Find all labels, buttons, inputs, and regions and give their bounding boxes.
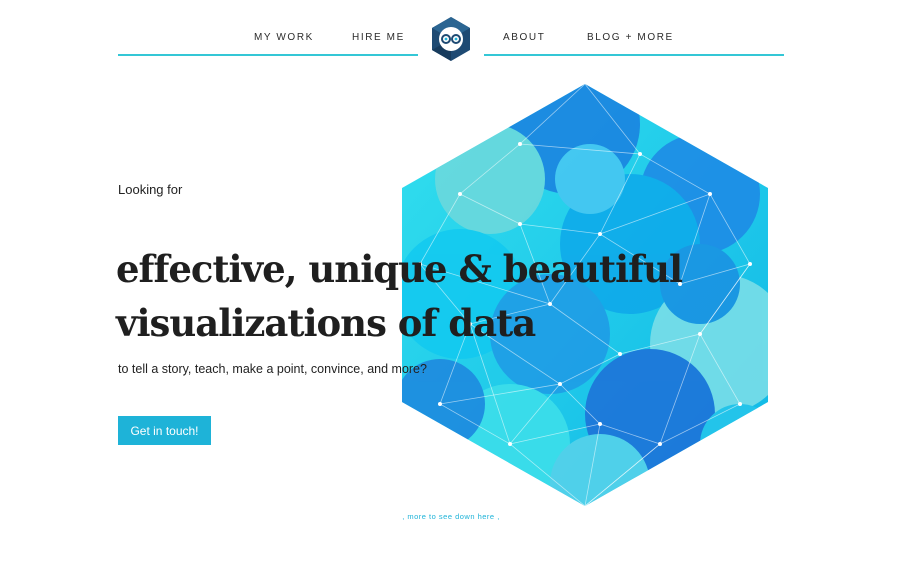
- scroll-hint-dot-right: ,: [494, 512, 500, 521]
- get-in-touch-button[interactable]: Get in touch!: [118, 416, 211, 445]
- nav-divider-right: [484, 54, 784, 56]
- hero-headline-line-1: effective, unique & beautiful: [116, 247, 683, 291]
- logo-icon[interactable]: [431, 16, 471, 62]
- hero-subline: to tell a story, teach, make a point, co…: [118, 362, 427, 376]
- scroll-hint-link[interactable]: , more to see down here ,: [0, 512, 902, 521]
- hero-headline-line-2: visualizations of data: [116, 301, 536, 345]
- hero-headline: effective, unique & beautiful visualizat…: [116, 242, 736, 350]
- nav-item-blog-more[interactable]: BLOG + MORE: [587, 32, 674, 43]
- nav-item-about[interactable]: ABOUT: [503, 32, 545, 43]
- scroll-hint-text: more to see down here: [407, 512, 495, 521]
- nav-item-my-work[interactable]: MY WORK: [254, 32, 314, 43]
- nav-divider-left: [118, 54, 418, 56]
- nav-item-hire-me[interactable]: HIRE ME: [352, 32, 405, 43]
- hero-lead-text: Looking for: [118, 182, 183, 197]
